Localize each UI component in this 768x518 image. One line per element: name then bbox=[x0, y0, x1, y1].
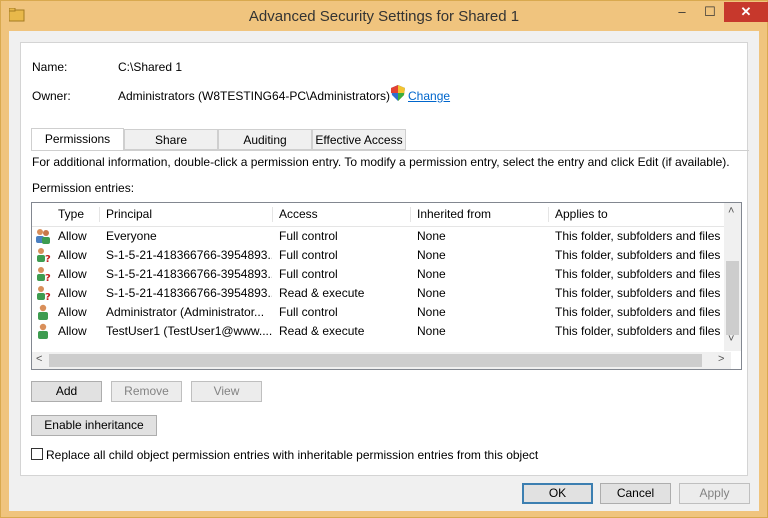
cell-access: Full control bbox=[279, 248, 338, 262]
cell-principal: Administrator (Administrator... bbox=[106, 305, 265, 319]
scroll-down-icon[interactable]: ˅ bbox=[728, 333, 734, 345]
column-header-inherited-from[interactable]: Inherited from bbox=[411, 207, 549, 222]
horizontal-scroll-thumb[interactable] bbox=[49, 354, 702, 367]
vertical-scrollbar[interactable]: ˄ ˅ bbox=[724, 203, 741, 351]
cell-type: Allow bbox=[58, 229, 87, 243]
replace-child-entries-checkbox[interactable] bbox=[31, 448, 43, 460]
cell-access: Full control bbox=[279, 267, 338, 281]
tab-permissions[interactable]: Permissions bbox=[31, 128, 124, 151]
table-row[interactable]: Allow Administrator (Administrator... Full… bbox=[32, 303, 731, 321]
column-header-applies-to[interactable]: Applies to bbox=[549, 207, 723, 222]
cell-access: Full control bbox=[279, 229, 338, 243]
list-header: Type Principal Access Inherited from App… bbox=[32, 203, 731, 227]
cell-principal: Everyone bbox=[106, 229, 157, 243]
replace-child-entries-label[interactable]: Replace all child object permission entr… bbox=[46, 448, 538, 462]
owner-label: Owner: bbox=[32, 89, 71, 103]
table-row[interactable]: ? Allow S-1-5-21-418366766-3954893... Full … bbox=[32, 246, 731, 264]
maximize-button[interactable]: ☐ bbox=[696, 2, 724, 22]
cell-inherited-from: None bbox=[417, 305, 446, 319]
cell-applies-to: This folder, subfolders and files bbox=[555, 229, 721, 243]
unknown-user-icon: ? bbox=[37, 267, 51, 282]
column-header-principal[interactable]: Principal bbox=[100, 207, 273, 222]
user-icon bbox=[38, 323, 48, 339]
cell-inherited-from: None bbox=[417, 286, 446, 300]
cell-principal: S-1-5-21-418366766-3954893... bbox=[106, 267, 272, 281]
unknown-user-icon: ? bbox=[37, 286, 51, 301]
cell-applies-to: This folder, subfolders and files bbox=[555, 248, 721, 262]
cell-applies-to: This folder, subfolders and files bbox=[555, 305, 721, 319]
cell-principal: TestUser1 (TestUser1@www.... bbox=[106, 324, 272, 338]
cell-applies-to: This folder, subfolders and files bbox=[555, 267, 721, 281]
cell-type: Allow bbox=[58, 305, 87, 319]
cell-principal: S-1-5-21-418366766-3954893... bbox=[106, 286, 272, 300]
dialog-window: Advanced Security Settings for Shared 1 … bbox=[0, 0, 768, 518]
cell-inherited-from: None bbox=[417, 229, 446, 243]
cell-applies-to: This folder, subfolders and files bbox=[555, 324, 721, 338]
cell-access: Full control bbox=[279, 305, 338, 319]
cell-applies-to: This folder, subfolders and files bbox=[555, 286, 721, 300]
table-row[interactable]: Allow TestUser1 (TestUser1@www.... Read & … bbox=[32, 322, 731, 340]
cell-type: Allow bbox=[58, 248, 87, 262]
cell-type: Allow bbox=[58, 267, 87, 281]
enable-inheritance-button[interactable]: Enable inheritance bbox=[31, 415, 157, 436]
column-header-type[interactable]: Type bbox=[52, 207, 100, 222]
apply-button[interactable]: Apply bbox=[679, 483, 750, 504]
cell-principal: S-1-5-21-418366766-3954893... bbox=[106, 248, 272, 262]
svg-text:?: ? bbox=[45, 273, 51, 282]
cell-type: Allow bbox=[58, 324, 87, 338]
group-icon bbox=[36, 229, 50, 244]
name-label: Name: bbox=[32, 60, 68, 74]
table-row[interactable]: ? Allow S-1-5-21-418366766-3954893... Read … bbox=[32, 284, 731, 302]
cancel-button[interactable]: Cancel bbox=[600, 483, 671, 504]
cell-inherited-from: None bbox=[417, 324, 446, 338]
change-owner-link[interactable]: Change bbox=[408, 89, 450, 103]
close-button[interactable]: ✕ bbox=[724, 2, 768, 22]
column-header-access[interactable]: Access bbox=[273, 207, 411, 222]
cell-access: Read & execute bbox=[279, 324, 365, 338]
ok-button[interactable]: OK bbox=[522, 483, 593, 504]
info-text: For additional information, double-click… bbox=[32, 155, 730, 169]
dialog-client: Name: C:\Shared 1 Owner: Administrators … bbox=[9, 31, 759, 511]
entries-label: Permission entries: bbox=[32, 181, 135, 195]
table-row[interactable]: ? Allow S-1-5-21-418366766-3954893... Full … bbox=[32, 265, 731, 283]
table-row[interactable]: Allow Everyone Full control None This folder… bbox=[32, 227, 731, 245]
svg-text:?: ? bbox=[45, 254, 51, 263]
cell-inherited-from: None bbox=[417, 267, 446, 281]
unknown-user-icon: ? bbox=[37, 248, 51, 263]
tab-effective-access[interactable]: Effective Access bbox=[312, 129, 406, 150]
scroll-left-icon[interactable]: < bbox=[36, 353, 42, 365]
horizontal-scrollbar[interactable]: < > bbox=[32, 352, 731, 369]
tab-share[interactable]: Share bbox=[124, 129, 218, 150]
scroll-up-icon[interactable]: ˄ bbox=[728, 205, 734, 217]
view-button[interactable]: View bbox=[191, 381, 262, 402]
name-value: C:\Shared 1 bbox=[118, 60, 183, 74]
permission-entries-list[interactable]: Type Principal Access Inherited from App… bbox=[31, 202, 742, 370]
tab-auditing[interactable]: Auditing bbox=[218, 129, 312, 150]
vertical-scroll-thumb[interactable] bbox=[726, 261, 739, 335]
minimize-button[interactable]: – bbox=[668, 2, 696, 22]
user-icon bbox=[38, 304, 48, 320]
content-panel: Name: C:\Shared 1 Owner: Administrators … bbox=[20, 42, 749, 476]
remove-button[interactable]: Remove bbox=[111, 381, 182, 402]
uac-shield-icon bbox=[391, 85, 405, 101]
cell-type: Allow bbox=[58, 286, 87, 300]
window-title: Advanced Security Settings for Shared 1 bbox=[248, 8, 520, 25]
owner-value: Administrators (W8TESTING64-PC\Administr… bbox=[118, 89, 391, 103]
svg-text:?: ? bbox=[45, 292, 51, 301]
scroll-right-icon[interactable]: > bbox=[718, 353, 724, 365]
cell-access: Read & execute bbox=[279, 286, 365, 300]
title-bar[interactable]: Advanced Security Settings for Shared 1 … bbox=[1, 1, 768, 31]
cell-inherited-from: None bbox=[417, 248, 446, 262]
add-button[interactable]: Add bbox=[31, 381, 102, 402]
